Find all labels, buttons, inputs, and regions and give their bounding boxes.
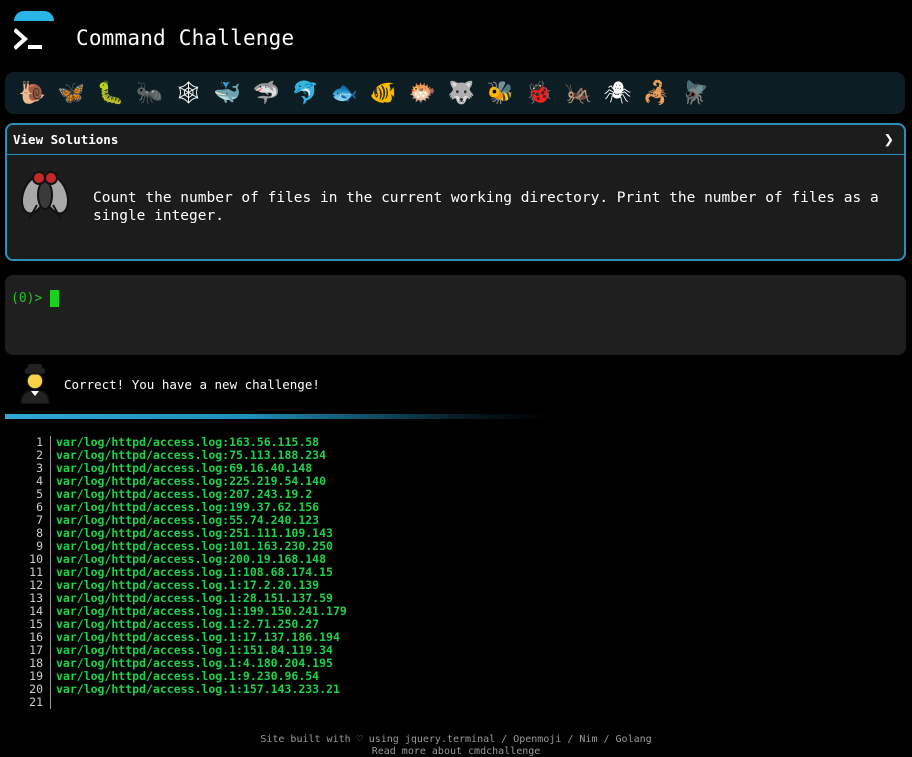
terminal-logo-icon[interactable] xyxy=(14,28,44,52)
dolphin-icon[interactable]: 🐬 xyxy=(286,77,325,109)
caterpillar-icon[interactable]: 🐛 xyxy=(91,77,130,109)
status-message: Correct! You have a new challenge! xyxy=(64,377,320,392)
terminal-cursor[interactable] xyxy=(50,290,59,307)
bee-icon[interactable]: 🐝 xyxy=(481,77,520,109)
command-output: 1 var/log/httpd/access.log:163.56.115.58 2… xyxy=(0,436,600,709)
header-dome-decoration xyxy=(14,11,54,21)
output-row: 20 var/log/httpd/access.log.1:157.143.233… xyxy=(0,683,600,696)
challenge-description: Count the number of files in the current… xyxy=(93,190,879,224)
output-line-text: var/log/httpd/access.log.1:157.143.233.2… xyxy=(56,682,340,696)
fly-icon xyxy=(21,166,69,220)
output-line-text xyxy=(51,696,56,709)
footer-read-more-link[interactable]: Read more about cmdchallenge xyxy=(0,746,912,757)
fish-icon[interactable]: 🐟 xyxy=(325,77,364,109)
tropical-fish-icon[interactable]: 🐠 xyxy=(364,77,403,109)
avatar-icon xyxy=(20,364,50,404)
whale-icon[interactable]: 🐳 xyxy=(208,77,247,109)
page: Command Challenge 🐌 🦋 🐛 🐜 🕸 🐳 🦈 🐬 🐟 🐠 🐡 🐺 🐝 🐞 🦗 🕷 🦂 🪰 Vie… xyxy=(0,0,912,757)
page-title[interactable]: Command Challenge xyxy=(76,26,294,50)
footer: Site built with ♡ using jquery.terminal … xyxy=(0,734,912,757)
spider-web-icon[interactable]: 🕸 xyxy=(169,77,208,109)
fly-icon[interactable]: 🪰 xyxy=(676,77,715,109)
cricket-icon[interactable]: 🦗 xyxy=(559,77,598,109)
butterfly-icon[interactable]: 🦋 xyxy=(52,77,91,109)
view-solutions-toggle[interactable]: View Solutions ❯ xyxy=(7,125,904,155)
snail-icon[interactable]: 🐌 xyxy=(13,77,52,109)
spider-icon[interactable]: 🕷 xyxy=(598,77,637,109)
terminal-prompt: (0)> xyxy=(11,291,43,306)
ladybug-icon[interactable]: 🐞 xyxy=(520,77,559,109)
output-row: 21 xyxy=(0,696,600,709)
shark-icon[interactable]: 🦈 xyxy=(247,77,286,109)
terminal-input-area[interactable]: (0)> xyxy=(5,275,906,355)
wolf-icon[interactable]: 🐺 xyxy=(442,77,481,109)
view-solutions-label: View Solutions xyxy=(13,132,119,147)
ant-icon[interactable]: 🐜 xyxy=(130,77,169,109)
chevron-right-icon[interactable]: ❯ xyxy=(884,130,894,150)
divider xyxy=(5,414,550,419)
challenge-panel: View Solutions ❯ Count the number of fil… xyxy=(5,123,906,261)
blowfish-icon[interactable]: 🐡 xyxy=(403,77,442,109)
footer-credits[interactable]: Site built with ♡ using jquery.terminal … xyxy=(0,734,912,746)
line-number: 21 xyxy=(29,695,43,709)
challenge-icon-bar: 🐌 🦋 🐛 🐜 🕸 🐳 🦈 🐬 🐟 🐠 🐡 🐺 🐝 🐞 🦗 🕷 🦂 🪰 xyxy=(5,72,905,114)
scorpion-icon[interactable]: 🦂 xyxy=(637,77,676,109)
